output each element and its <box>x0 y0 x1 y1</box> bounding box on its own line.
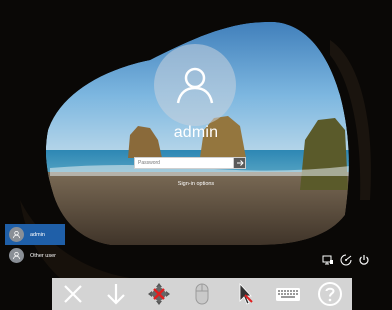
move-button[interactable] <box>144 280 174 308</box>
user-item-label: admin <box>30 231 45 238</box>
move-icon <box>148 283 171 305</box>
arrow-right-icon <box>236 160 244 166</box>
password-row <box>134 157 246 169</box>
lock-screen: admin Sign-in options admin Other user <box>0 0 392 310</box>
help-icon <box>318 282 343 306</box>
close-button[interactable] <box>58 280 88 308</box>
remote-toolbar <box>52 278 352 310</box>
user-item-label: Other user <box>30 252 56 259</box>
user-list: admin Other user <box>5 224 65 266</box>
help-button[interactable] <box>315 280 345 308</box>
user-item-admin[interactable]: admin <box>5 224 65 245</box>
system-icons <box>322 254 370 266</box>
mouse-button[interactable] <box>187 280 217 308</box>
password-field[interactable] <box>134 157 234 169</box>
pointer-icon <box>239 282 253 305</box>
network-icon[interactable] <box>322 254 334 266</box>
user-icon <box>176 67 214 104</box>
arrow-down-icon <box>107 284 126 305</box>
user-avatar <box>154 44 236 126</box>
username-label: admin <box>173 124 219 141</box>
keyboard-button[interactable] <box>273 280 303 308</box>
keyboard-icon <box>275 288 300 301</box>
arrow-down-button[interactable] <box>101 280 131 308</box>
user-item-other-user[interactable]: Other user <box>5 245 65 266</box>
power-icon[interactable] <box>358 254 370 266</box>
signin-options-link[interactable]: Sign-in options <box>0 181 392 187</box>
submit-button[interactable] <box>234 157 246 169</box>
user-icon <box>9 248 24 263</box>
user-icon <box>9 227 24 242</box>
mouse-icon <box>195 283 209 305</box>
pointer-button[interactable] <box>230 280 260 308</box>
accessibility-icon[interactable] <box>340 254 352 266</box>
close-icon <box>64 285 83 303</box>
